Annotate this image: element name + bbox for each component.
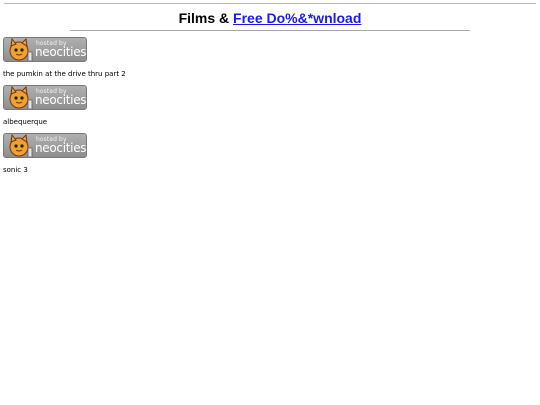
neocities-badge[interactable]: hosted by neocities: [3, 37, 87, 62]
list-item: hosted by neocities albequerque: [3, 85, 87, 126]
title-divider: [70, 30, 470, 31]
list-item: hosted by neocities the pumkin at the dr…: [3, 37, 126, 78]
badge-big-text: neocities: [35, 93, 87, 107]
title-prefix: Films &: [178, 10, 234, 26]
page-title: Films & Free Do%&*wnload: [0, 10, 540, 26]
neocities-badge[interactable]: hosted by neocities: [3, 133, 87, 158]
neocities-badge[interactable]: hosted by neocities: [3, 85, 87, 110]
neocities-cat-icon: [9, 38, 33, 61]
list-item: hosted by neocities sonic 3: [3, 133, 87, 174]
badge-big-text: neocities: [35, 141, 87, 155]
item-caption: sonic 3: [3, 166, 28, 174]
free-download-link[interactable]: Free Do%&*wnload: [233, 10, 361, 26]
neocities-cat-icon: [9, 134, 33, 157]
neocities-cat-icon: [9, 86, 33, 109]
item-caption: albequerque: [3, 118, 48, 126]
item-caption: the pumkin at the drive thru part 2: [3, 70, 126, 78]
badge-big-text: neocities: [35, 45, 87, 59]
top-divider: [4, 3, 536, 4]
